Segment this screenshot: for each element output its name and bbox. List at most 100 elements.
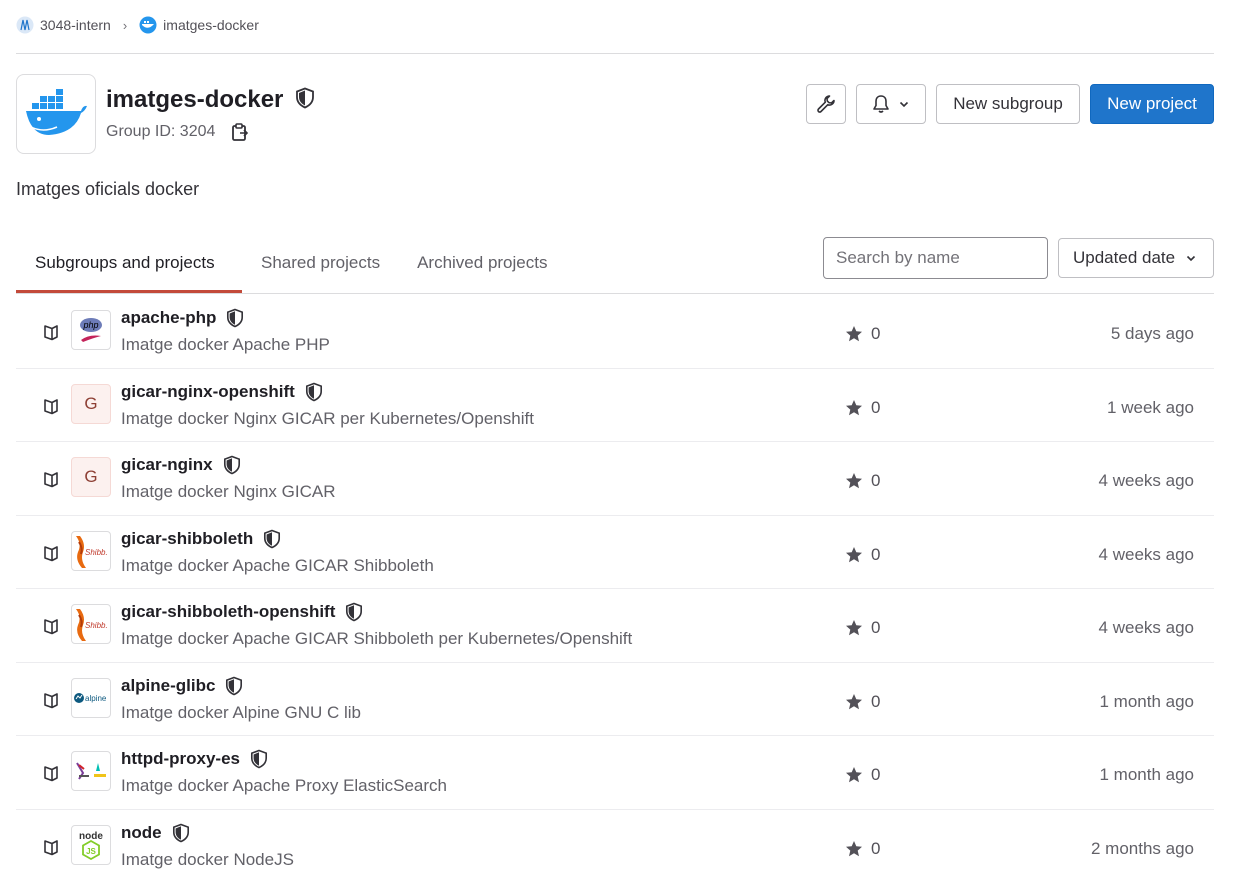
updated-time: 1 month ago	[1099, 765, 1194, 784]
new-subgroup-button[interactable]: New subgroup	[936, 84, 1080, 124]
search-input[interactable]	[823, 237, 1048, 279]
project-avatar-letter: G	[71, 457, 111, 497]
chevron-down-icon	[1186, 255, 1196, 262]
svg-text:alpine: alpine	[85, 694, 107, 703]
project-avatar-letter: G	[71, 383, 111, 424]
star-count-value: 0	[871, 691, 881, 711]
breadcrumb: 3048-intern › imatges-docker	[16, 14, 259, 36]
star-count-value: 0	[871, 471, 881, 490]
project-name-text: httpd-proxy-es	[121, 749, 240, 768]
breadcrumb-label: imatges-docker	[163, 17, 259, 33]
project-name[interactable]: alpine-glibc	[121, 676, 243, 696]
project-icon	[42, 838, 60, 856]
list-item[interactable]: G gicar-nginx Imatge docker Nginx GICAR …	[16, 442, 1214, 516]
project-description: Imatge docker Alpine GNU C lib	[121, 702, 361, 722]
list-item[interactable]: node JS node Imatge docker NodeJS 0 2 mon…	[16, 810, 1214, 873]
project-name-text: node	[121, 822, 162, 842]
svg-text:Shibb.: Shibb.	[85, 548, 108, 557]
project-name-text: gicar-shibboleth	[121, 528, 254, 548]
project-icon	[42, 470, 60, 488]
star-icon	[846, 546, 862, 562]
notifications-button[interactable]	[856, 84, 926, 124]
page-title: imatges-docker	[106, 86, 284, 113]
shield-icon	[172, 823, 189, 842]
star-count-value: 0	[871, 544, 881, 564]
shield-icon	[223, 455, 240, 475]
project-name-text: gicar-nginx-openshift	[121, 381, 295, 401]
star-count-value: 0	[871, 618, 881, 637]
star-count[interactable]: 0	[845, 398, 880, 418]
project-description: Imatge docker NodeJS	[121, 849, 294, 869]
chevron-down-icon	[899, 101, 909, 108]
settings-button[interactable]	[806, 84, 846, 124]
star-count[interactable]: 0	[845, 839, 880, 859]
list-item[interactable]: httpd-proxy-es Imatge docker Apache Prox…	[16, 736, 1214, 810]
star-count[interactable]: 0	[845, 765, 880, 785]
list-item[interactable]: Shibb. gicar-shibboleth Imatge docker Ap…	[16, 516, 1214, 589]
project-name[interactable]: apache-php	[121, 308, 244, 328]
divider	[16, 53, 1214, 54]
list-item[interactable]: alpine alpine-glibc Imatge docker Alpine…	[16, 663, 1214, 736]
star-icon	[846, 620, 862, 636]
project-name[interactable]: gicar-nginx	[121, 455, 241, 475]
list-item[interactable]: G gicar-nginx-openshift Imatge docker Ng…	[16, 369, 1214, 442]
star-count[interactable]: 0	[845, 324, 880, 344]
star-icon	[846, 840, 862, 856]
new-project-button[interactable]: New project	[1090, 84, 1214, 124]
project-name[interactable]: node	[121, 823, 190, 843]
updated-time: 4 weeks ago	[1098, 471, 1194, 490]
breadcrumb-item-current[interactable]: imatges-docker	[139, 16, 259, 34]
updated-time: 4 weeks ago	[1098, 618, 1194, 637]
star-count[interactable]: 0	[845, 471, 880, 491]
breadcrumb-item-group[interactable]: 3048-intern	[16, 16, 111, 34]
clipboard-icon	[232, 123, 249, 141]
list-item[interactable]: Shibb. gicar-shibboleth-openshift Imatge…	[16, 589, 1214, 663]
project-description: Imatge docker Nginx GICAR	[121, 482, 336, 501]
header-actions: New subgroup New project	[806, 84, 1214, 124]
project-name[interactable]: gicar-shibboleth-openshift	[121, 602, 363, 622]
project-avatar-alpine-logo: alpine	[71, 677, 111, 718]
chevron-right-icon: ›	[122, 17, 128, 33]
bell-icon	[873, 95, 889, 113]
updated-time: 2 months ago	[1090, 838, 1194, 858]
list-item[interactable]: php apache-php Imatge docker Apache PHP …	[16, 295, 1214, 369]
project-icon	[42, 323, 60, 341]
group-avatar	[16, 74, 96, 154]
tab-subgroups-and-projects[interactable]: Subgroups and projects	[16, 240, 242, 293]
shield-icon	[295, 87, 315, 114]
project-icon	[42, 764, 60, 782]
star-icon	[846, 473, 862, 489]
sort-dropdown[interactable]: Updated date	[1058, 238, 1214, 278]
updated-time: 5 days ago	[1110, 324, 1194, 343]
project-description: Imatge docker Apache Proxy ElasticSearch	[121, 776, 447, 795]
star-count[interactable]: 0	[845, 545, 880, 565]
shield-icon	[226, 676, 243, 695]
project-name[interactable]: gicar-shibboleth	[121, 529, 281, 549]
project-name[interactable]: gicar-nginx-openshift	[121, 382, 323, 402]
star-icon	[846, 693, 862, 709]
tab-shared-projects[interactable]: Shared projects	[242, 240, 398, 293]
tab-archived-projects[interactable]: Archived projects	[398, 240, 565, 293]
project-name[interactable]: httpd-proxy-es	[121, 749, 268, 769]
project-avatar-apache-es-logo	[71, 751, 111, 791]
project-icon	[42, 691, 60, 709]
svg-text:JS: JS	[86, 847, 96, 856]
project-list: php apache-php Imatge docker Apache PHP …	[16, 295, 1214, 873]
tab-bar: Subgroups and projects Shared projects A…	[16, 240, 565, 293]
updated-time: 4 weeks ago	[1098, 544, 1194, 564]
project-name-text: gicar-shibboleth-openshift	[121, 602, 336, 621]
docker-whale-icon	[26, 89, 87, 135]
copy-id-button[interactable]	[229, 121, 251, 143]
star-icon	[846, 399, 862, 415]
shield-icon	[227, 308, 244, 328]
group-id: Group ID: 3204	[106, 121, 251, 143]
project-description: Imatge docker Apache GICAR Shibboleth	[121, 555, 434, 575]
project-icon	[42, 397, 60, 415]
star-count[interactable]: 0	[845, 692, 880, 712]
group-header: imatges-docker	[106, 86, 315, 114]
star-count-value: 0	[871, 397, 881, 417]
star-count[interactable]: 0	[845, 618, 880, 638]
shield-icon	[250, 749, 268, 769]
project-description: Imatge docker Apache GICAR Shibboleth pe…	[121, 629, 633, 648]
star-icon	[846, 767, 862, 783]
